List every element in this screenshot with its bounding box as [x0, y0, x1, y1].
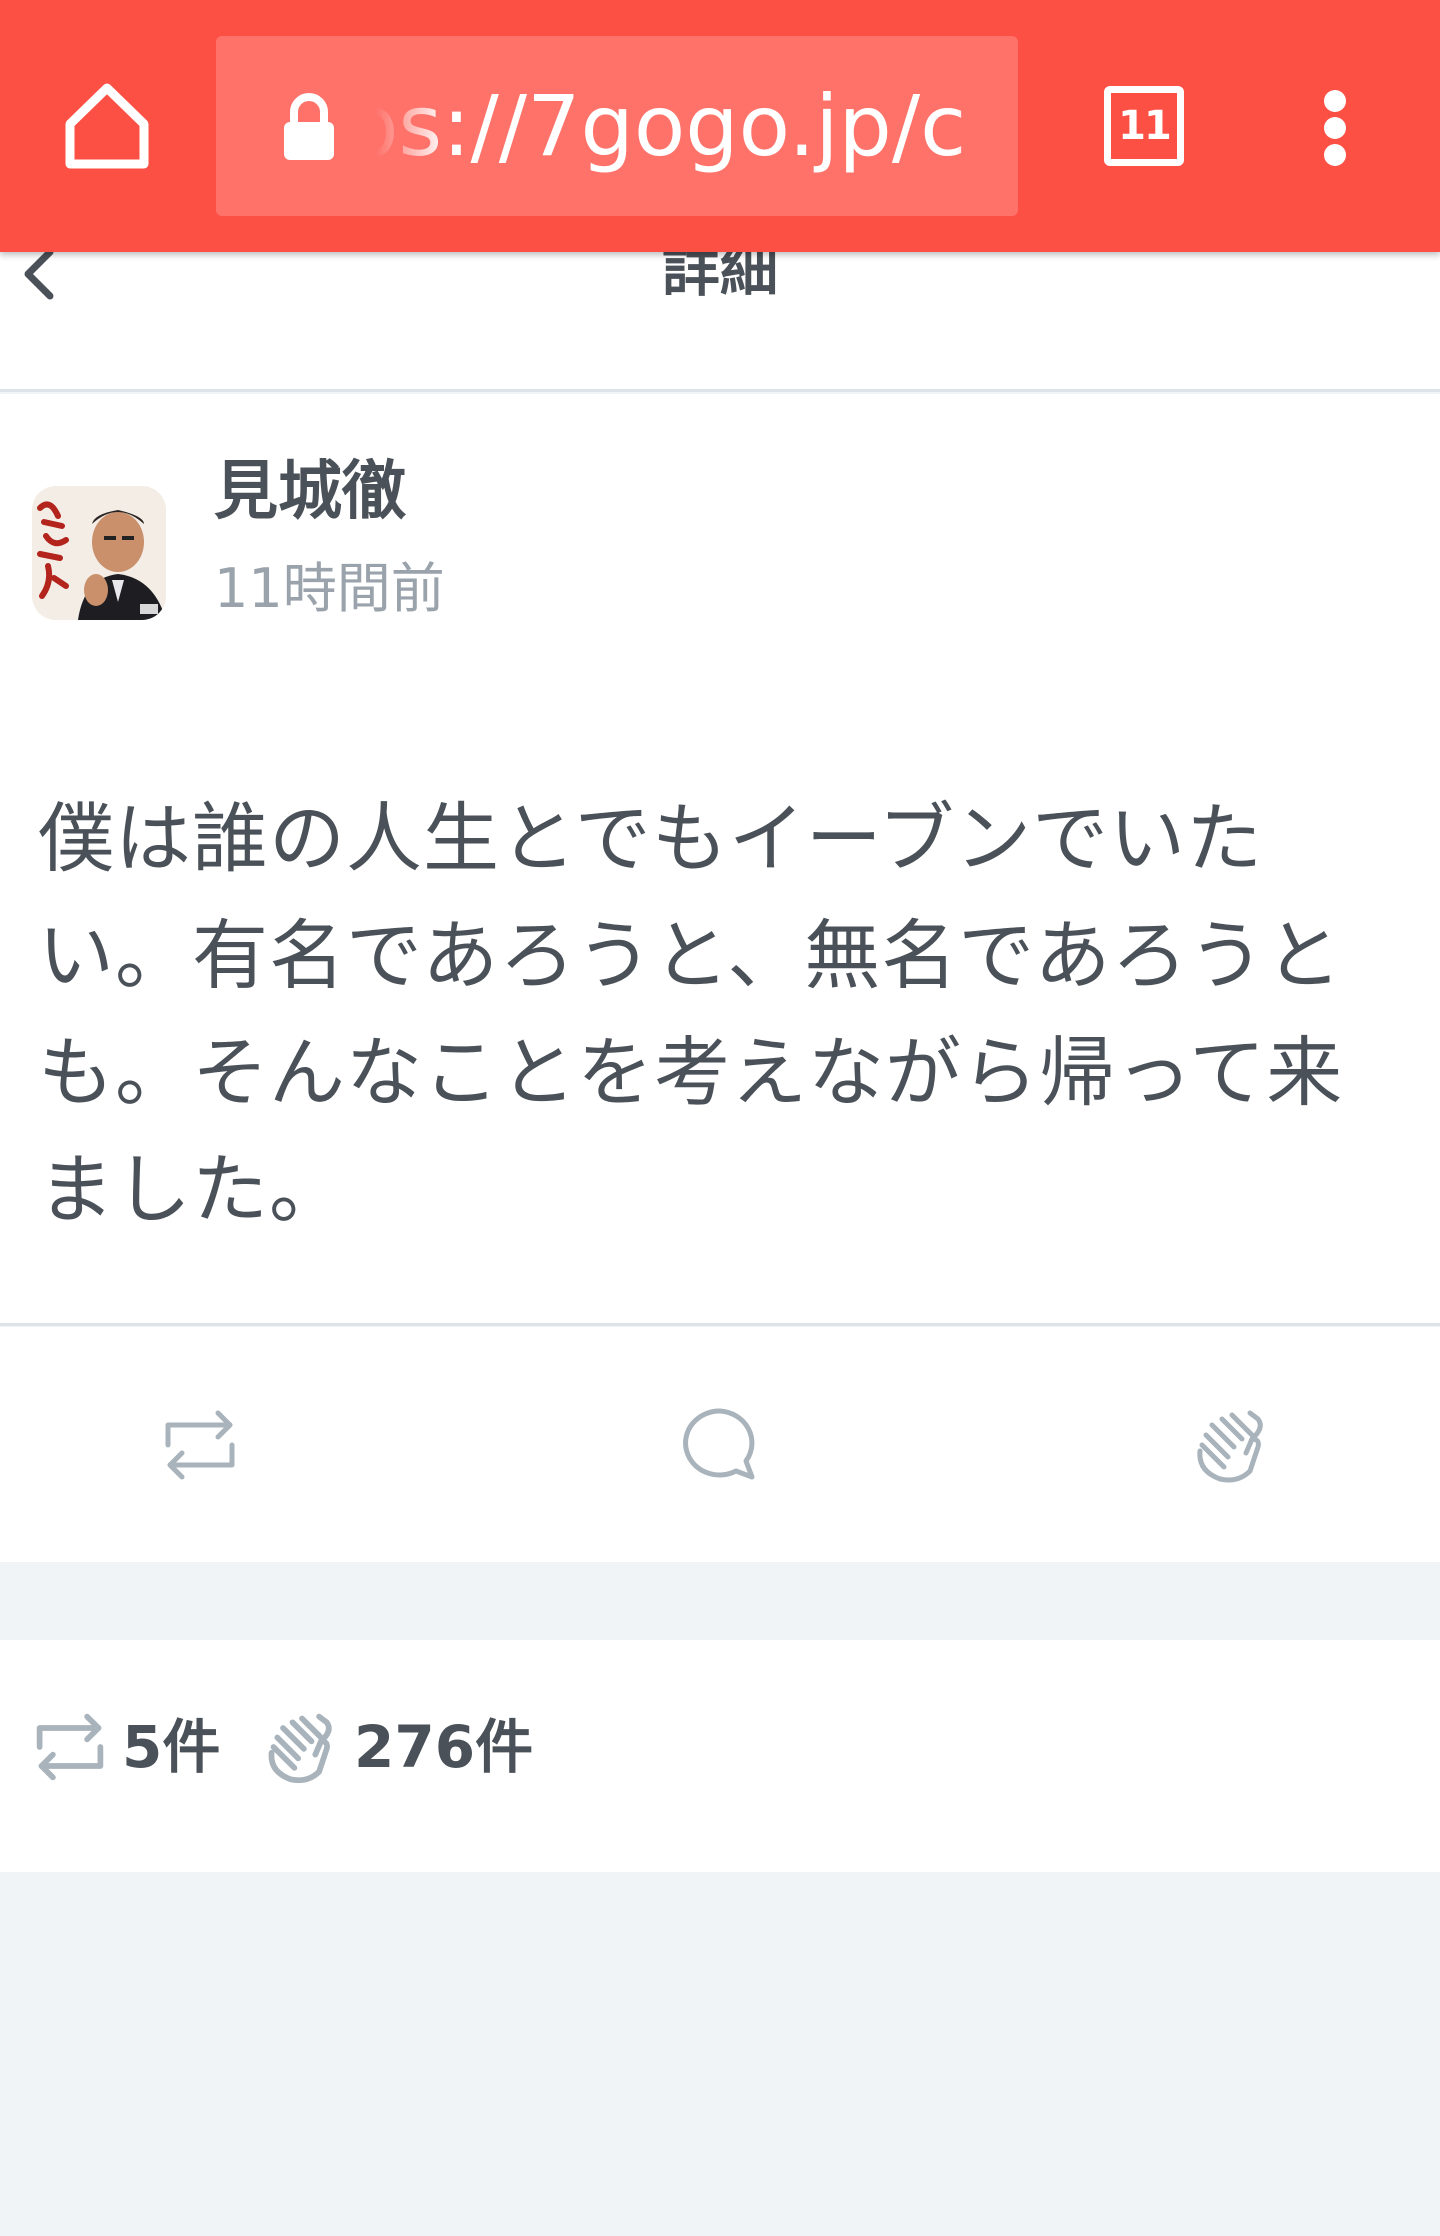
clap-count-label: 276件: [354, 1713, 534, 1781]
home-button[interactable]: [60, 78, 154, 172]
action-bar: [0, 1327, 1440, 1562]
avatar[interactable]: [32, 486, 166, 620]
url-text: https://7gogo.jp/c: [376, 77, 967, 175]
clap-icon: [1197, 1410, 1263, 1483]
post-timestamp: 11時間前: [214, 557, 445, 620]
repost-icon: [165, 1410, 235, 1480]
page-header: 詳細: [0, 236, 1440, 392]
repost-count-label: 5件: [122, 1713, 221, 1781]
comment-icon: [683, 1408, 755, 1480]
post-body: 僕は誰の人生とでもイーブンでいたい。有名であろうと、無名であろうとも。そんなこと…: [38, 794, 1344, 1234]
clap-button[interactable]: [1192, 1405, 1272, 1485]
address-bar[interactable]: https://7gogo.jp/c: [216, 36, 1018, 216]
more-vert-icon[interactable]: [1316, 88, 1356, 168]
post-card: 見城徹 11時間前 僕は誰の人生とでもイーブンでいたい。有名であろうと、無名であ…: [0, 394, 1440, 1326]
clap-count[interactable]: 276件: [264, 1702, 533, 1792]
repost-icon: [36, 1713, 104, 1781]
url-fade-left: [376, 76, 446, 176]
divider: [0, 1323, 1440, 1326]
reaction-counts: 5件 276件: [0, 1640, 1440, 1872]
repost-count[interactable]: 5件: [32, 1702, 220, 1792]
url-fade-right: [956, 76, 996, 176]
browser-toolbar: https://7gogo.jp/c 11: [0, 0, 1440, 252]
tab-switcher-button[interactable]: 11: [1104, 86, 1184, 166]
comment-button[interactable]: [680, 1405, 760, 1485]
author-name[interactable]: 見城徹: [214, 452, 406, 532]
lock-icon: [282, 92, 336, 162]
clap-icon: [268, 1713, 332, 1784]
repost-button[interactable]: [160, 1405, 240, 1485]
home-icon: [65, 83, 149, 169]
